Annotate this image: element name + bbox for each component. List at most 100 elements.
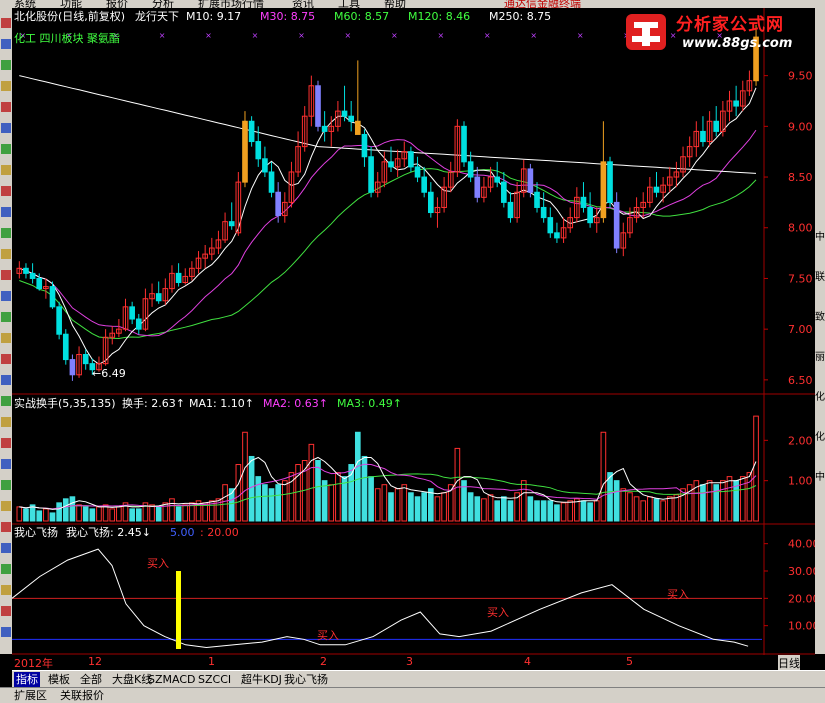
- turnover-bar: [501, 496, 507, 522]
- toolbar-icon[interactable]: [1, 249, 11, 259]
- turnover-bar: [348, 464, 354, 522]
- menu-item-4[interactable]: 扩展市场行情: [198, 0, 264, 8]
- period-label[interactable]: 日线: [778, 655, 800, 671]
- ma-value-4: M250: 8.75: [489, 10, 552, 23]
- toolbar-icon[interactable]: [1, 333, 11, 343]
- toolbar-icon[interactable]: [1, 60, 11, 70]
- turnover-bar: [547, 500, 554, 522]
- toolbar-icon[interactable]: [1, 165, 11, 175]
- signal-mark: ×: [298, 31, 305, 40]
- candle-body: [461, 125, 467, 163]
- toolbar-icon[interactable]: [1, 543, 11, 553]
- toolbar-icon[interactable]: [1, 18, 11, 28]
- osc-tick-label: 30.00: [788, 565, 815, 578]
- toolbar-icon[interactable]: [1, 438, 11, 448]
- logo-url: www.88gs.com: [682, 36, 793, 51]
- signal-mark: ×: [391, 31, 398, 40]
- toolbar-icon[interactable]: [1, 102, 11, 112]
- turnover-bar: [607, 472, 613, 522]
- toolbar-icon[interactable]: [1, 207, 11, 217]
- menu-item-2[interactable]: 报价: [106, 0, 128, 8]
- toolbar-icon[interactable]: [1, 312, 11, 322]
- tab-6[interactable]: 超牛KDJ: [239, 672, 284, 687]
- toolbar-icon[interactable]: [1, 375, 11, 385]
- toolbar-icon[interactable]: [1, 291, 11, 301]
- turnover-bar: [361, 455, 368, 522]
- turnover-title: 实战换手(5,35,135): [14, 397, 116, 410]
- toolbar-icon[interactable]: [1, 270, 11, 280]
- toolbar-icon[interactable]: [1, 39, 11, 49]
- toolbar-icon[interactable]: [1, 564, 11, 574]
- turnover-bar: [428, 488, 434, 522]
- toolbar-icon[interactable]: [1, 627, 11, 637]
- tab-4[interactable]: SZMACD: [146, 672, 198, 687]
- toolbar-icon[interactable]: [1, 417, 11, 427]
- candle-body: [315, 85, 321, 127]
- right-strip-label: 化: [815, 432, 825, 443]
- toolbar-icon[interactable]: [1, 228, 11, 238]
- menu-item-6[interactable]: 工具: [338, 0, 360, 8]
- toolbar-icon[interactable]: [1, 501, 11, 511]
- candle-body: [600, 161, 607, 219]
- toolbar-icon[interactable]: [1, 606, 11, 616]
- tab-5[interactable]: SZCCI: [196, 672, 233, 687]
- turnover-bar: [82, 506, 89, 522]
- toolbar-icon[interactable]: [1, 186, 11, 196]
- candle-body: [255, 141, 262, 160]
- toolbar-icon[interactable]: [1, 144, 11, 154]
- chart-area[interactable]: 9.509.008.508.007.507.006.50× × × × × × × × × × × ×…: [12, 8, 815, 655]
- menu-item-5[interactable]: 资讯: [292, 0, 314, 8]
- tab-1[interactable]: 模板: [46, 672, 72, 687]
- menu-item-3[interactable]: 分析: [152, 0, 174, 8]
- price-tick-label: 6.50: [788, 374, 813, 387]
- toolbar-icon[interactable]: [1, 123, 11, 133]
- menu-item-1[interactable]: 功能: [60, 0, 82, 8]
- toolbar-icon[interactable]: [1, 480, 11, 490]
- status-bar: 扩展区 关联报价: [0, 687, 825, 703]
- turnover-value-1: MA1: 1.10↑: [189, 397, 254, 410]
- candle-body: [321, 125, 328, 132]
- toolbar-icon[interactable]: [1, 522, 11, 532]
- turnover-bar: [36, 510, 43, 522]
- price-tick-label: 8.50: [788, 171, 813, 184]
- candle-body: [262, 158, 268, 173]
- candle-body: [580, 196, 587, 208]
- turnover-bar: [414, 496, 421, 522]
- candle-body: [653, 186, 660, 193]
- turnover-value-0: 换手: 2.63↑: [122, 397, 185, 410]
- menu-item-0[interactable]: 系统: [14, 0, 36, 8]
- candle-body: [62, 333, 69, 361]
- toolbar-icon[interactable]: [1, 354, 11, 364]
- turnover-bar: [89, 508, 96, 522]
- candle-body: [700, 130, 706, 143]
- toolbar-icon[interactable]: [1, 81, 11, 91]
- candle-body: [474, 176, 481, 198]
- price-tick-label: 7.00: [788, 323, 813, 336]
- osc-signal-bar: [176, 571, 181, 649]
- status-item-0[interactable]: 扩展区: [14, 688, 47, 703]
- time-label: 1: [208, 655, 215, 668]
- tab-0[interactable]: 指标: [14, 672, 40, 687]
- tab-2[interactable]: 全部: [78, 672, 104, 687]
- candle-body: [275, 191, 281, 217]
- menu-bar: 系统 功能 报价 分析 扩展市场行情 资讯 工具 帮助 通达信金融终端: [0, 0, 825, 8]
- ma-value-3: M120: 8.46: [408, 10, 471, 23]
- candle-body: [29, 272, 36, 279]
- turnover-bar: [315, 460, 321, 522]
- toolbar-icon[interactable]: [1, 459, 11, 469]
- tab-7[interactable]: 我心飞扬: [282, 672, 330, 687]
- turnover-bar: [587, 502, 593, 522]
- turnover-value-2: MA2: 0.63↑: [263, 397, 328, 410]
- low-price-label: ←6.49: [92, 367, 126, 380]
- ma-value-0: M10: 9.17: [186, 10, 242, 23]
- toolbar-icon[interactable]: [1, 585, 11, 595]
- status-item-1[interactable]: 关联报价: [60, 688, 104, 703]
- signal-mark: ×: [530, 31, 537, 40]
- toolbar-icon[interactable]: [1, 396, 11, 406]
- turnover-bar: [155, 506, 162, 522]
- turnover-bar: [268, 488, 275, 522]
- menu-item-7[interactable]: 帮助: [384, 0, 406, 8]
- osc-level1-label: 5.00: [170, 526, 195, 539]
- candle-body: [361, 133, 368, 158]
- candle-body: [248, 120, 255, 143]
